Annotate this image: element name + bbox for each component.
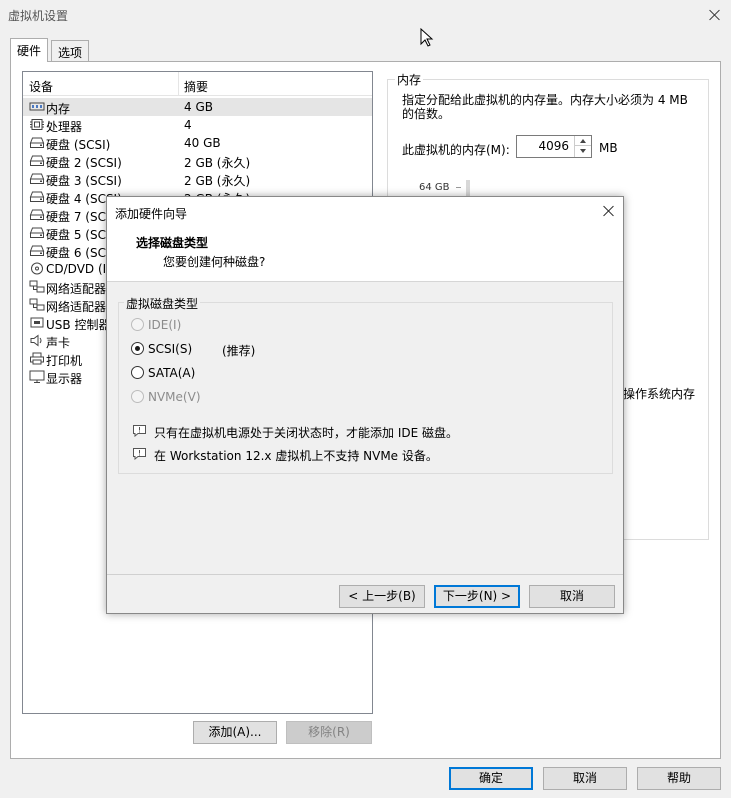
device-name: 显示器	[46, 372, 83, 386]
wizard-footer-divider	[107, 574, 623, 575]
tab-hardware[interactable]: 硬件	[10, 38, 49, 62]
display-icon	[29, 370, 45, 383]
radio-scsi-icon	[131, 342, 144, 355]
device-name: 硬盘 2 (SCSI)	[46, 156, 122, 170]
memory-group-title: 内存	[395, 71, 424, 88]
memory-scale-tick	[456, 187, 461, 188]
device-name: USB 控制器	[46, 318, 111, 332]
spin-up-icon[interactable]	[575, 136, 591, 146]
device-name: 网络适配器	[46, 300, 107, 314]
sound-icon	[29, 334, 45, 347]
processor-icon	[29, 118, 45, 131]
usb-icon	[29, 316, 45, 329]
memory-spinner[interactable]	[574, 136, 591, 157]
radio-scsi-label: SCSI(S)	[148, 342, 193, 356]
ok-button[interactable]: 确定	[449, 767, 533, 790]
harddisk-icon	[29, 172, 45, 185]
device-name: 硬盘 (SCSI)	[46, 138, 111, 152]
network-icon	[29, 298, 45, 311]
memory-description: 指定分配给此虚拟机的内存量。内存大小必须为 4 MB 的倍数。	[402, 93, 688, 121]
radio-nvme-label: NVMe(V)	[148, 390, 201, 404]
wizard-close-button[interactable]	[600, 202, 618, 220]
device-name: 硬盘 3 (SCSI)	[46, 174, 122, 188]
memory-scale-top-label: 64 GB	[419, 182, 450, 193]
disk-type-group-title: 虚拟磁盘类型	[124, 295, 201, 312]
harddisk-icon	[29, 226, 45, 239]
note-ide-text: 只有在虚拟机电源处于关闭状态时，才能添加 IDE 磁盘。	[154, 426, 458, 440]
memory-os-text: 操作系统内存	[623, 387, 696, 401]
wizard-cancel-button[interactable]: 取消	[529, 585, 615, 608]
harddisk-icon	[29, 136, 45, 149]
device-name: 声卡	[46, 336, 71, 350]
note-nvme-text: 在 Workstation 12.x 虚拟机上不支持 NVMe 设备。	[154, 449, 438, 463]
device-list-header: 设备 摘要	[23, 72, 372, 96]
wizard-heading: 选择磁盘类型	[136, 236, 209, 250]
help-button[interactable]: 帮助	[637, 767, 721, 790]
radio-nvme-icon	[131, 390, 144, 403]
printer-icon	[29, 352, 45, 365]
window-close-button[interactable]	[705, 5, 725, 25]
harddisk-icon	[29, 244, 45, 257]
wizard-subheading: 您要创建何种磁盘?	[163, 255, 266, 269]
device-row[interactable]: 处理器 4	[23, 116, 372, 134]
add-hardware-wizard: 添加硬件向导 选择磁盘类型 您要创建何种磁盘? 虚拟磁盘类型 IDE(I) SC…	[106, 196, 624, 614]
radio-scsi-recommended: (推荐)	[222, 344, 256, 358]
spin-down-icon[interactable]	[575, 146, 591, 156]
device-row[interactable]: 内存 4 GB	[23, 98, 372, 116]
device-name: 处理器	[46, 120, 83, 134]
device-name: 内存	[46, 102, 71, 116]
radio-ide-icon	[131, 318, 144, 331]
column-summary[interactable]: 摘要	[184, 78, 208, 95]
mouse-cursor-icon	[420, 28, 434, 47]
window-title: 虚拟机设置	[8, 9, 69, 23]
column-device[interactable]: 设备	[29, 78, 53, 95]
wizard-header: 选择磁盘类型 您要创建何种磁盘?	[107, 226, 623, 282]
radio-sata-icon	[131, 366, 144, 379]
device-summary: 4	[184, 118, 192, 132]
next-button[interactable]: 下一步(N) >	[434, 585, 520, 608]
device-row[interactable]: 硬盘 (SCSI) 40 GB	[23, 134, 372, 152]
device-name: 网络适配器	[46, 282, 107, 296]
memory-unit: MB	[599, 141, 618, 155]
info-comment-icon	[133, 425, 146, 437]
harddisk-icon	[29, 154, 45, 167]
harddisk-icon	[29, 208, 45, 221]
radio-ide-label: IDE(I)	[148, 318, 182, 332]
device-summary: 2 GB (永久)	[184, 174, 251, 188]
memory-size-value: 4096	[538, 139, 569, 153]
memory-label: 此虚拟机的内存(M):	[402, 143, 510, 157]
device-summary: 4 GB	[184, 100, 213, 114]
harddisk-icon	[29, 190, 45, 203]
wizard-title: 添加硬件向导	[115, 207, 188, 221]
wizard-titlebar: 添加硬件向导	[107, 197, 623, 226]
device-summary: 40 GB	[184, 136, 221, 150]
memory-size-input[interactable]: 4096	[516, 135, 592, 158]
tab-options[interactable]: 选项	[51, 40, 90, 61]
radio-sata-label: SATA(A)	[148, 366, 196, 380]
device-row[interactable]: 硬盘 2 (SCSI) 2 GB (永久)	[23, 152, 372, 170]
cdrom-icon	[29, 262, 45, 275]
device-row[interactable]: 硬盘 3 (SCSI) 2 GB (永久)	[23, 170, 372, 188]
device-summary: 2 GB (永久)	[184, 156, 251, 170]
add-device-button[interactable]: 添加(A)...	[193, 721, 277, 744]
memory-icon	[29, 100, 45, 113]
memory-slider-track[interactable]	[466, 180, 470, 196]
back-button[interactable]: < 上一步(B)	[339, 585, 425, 608]
remove-device-button[interactable]: 移除(R)	[286, 721, 372, 744]
info-comment-icon	[133, 448, 146, 460]
cancel-button[interactable]: 取消	[543, 767, 627, 790]
device-name: 打印机	[46, 354, 83, 368]
network-icon	[29, 280, 45, 293]
